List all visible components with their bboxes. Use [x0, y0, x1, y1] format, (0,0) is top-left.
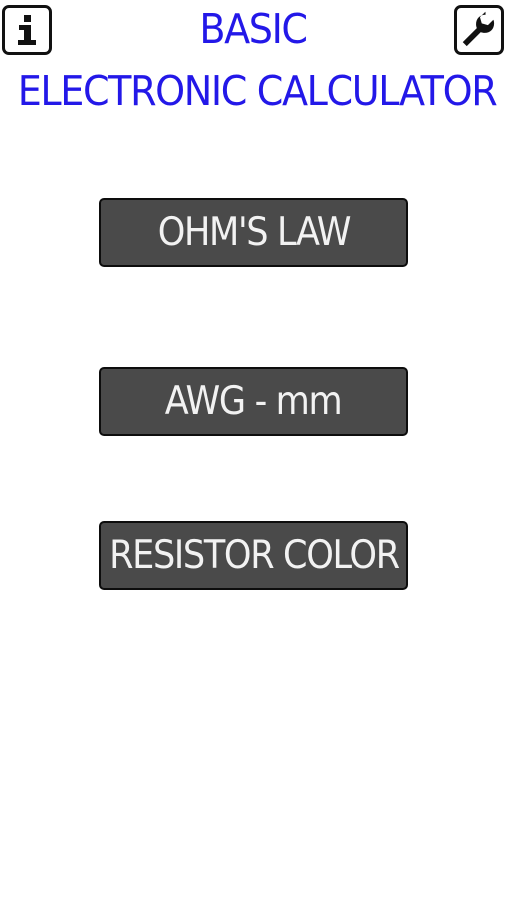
resistor-color-button[interactable]: RESISTOR COLOR: [99, 521, 408, 590]
app-title-line1: BASIC: [199, 5, 308, 53]
awg-mm-button[interactable]: AWG - mm: [99, 367, 408, 436]
resistor-color-label: RESISTOR COLOR: [108, 533, 400, 578]
app-title-line2: ELECTRONIC CALCULATOR: [17, 67, 498, 115]
ohms-law-label: OHM'S LAW: [157, 210, 351, 255]
awg-mm-label: AWG - mm: [165, 379, 343, 424]
ohms-law-button[interactable]: OHM'S LAW: [99, 198, 408, 267]
